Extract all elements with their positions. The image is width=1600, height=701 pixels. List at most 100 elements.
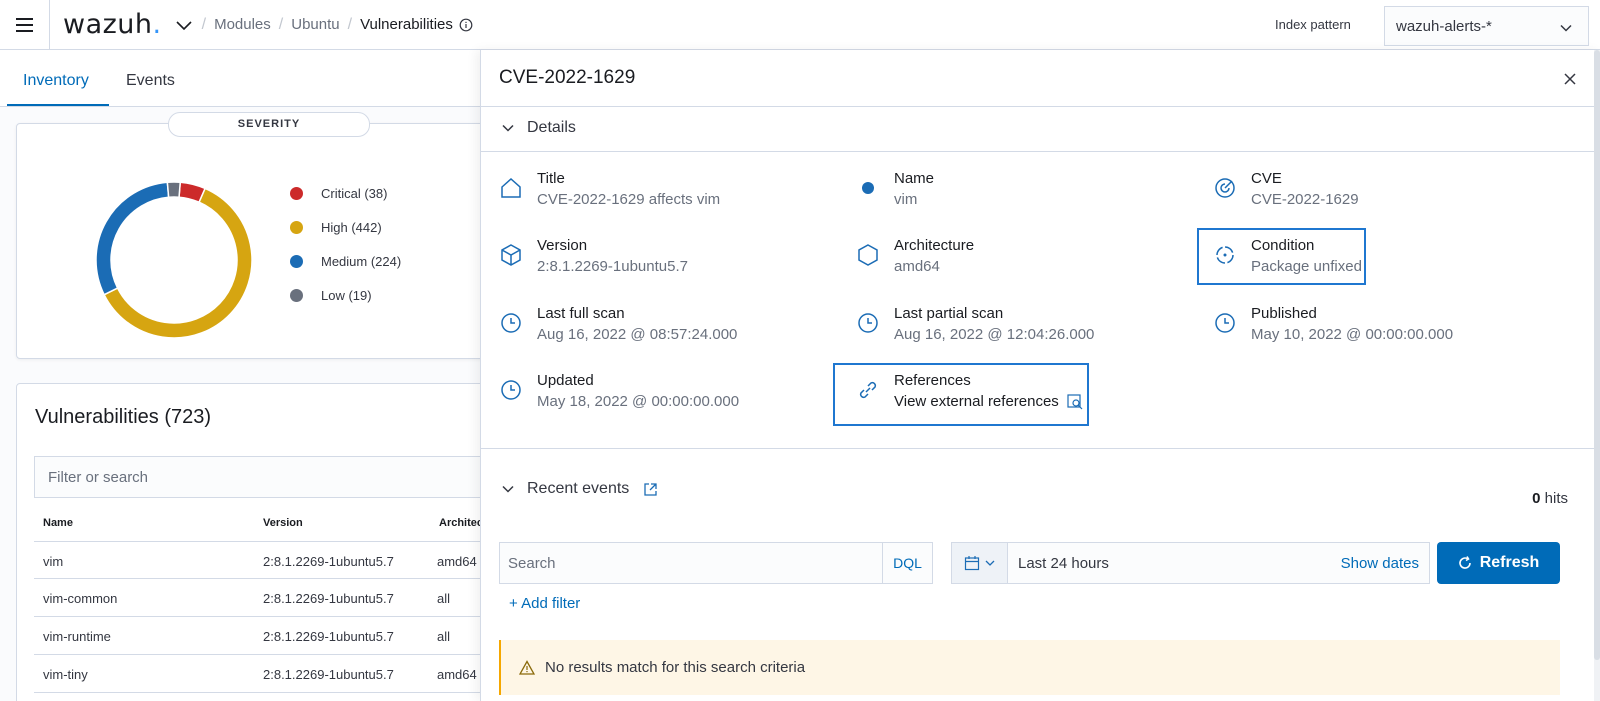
inspect-icon	[1067, 393, 1083, 409]
detail-value: View external references	[894, 393, 1059, 410]
breadcrumb-modules[interactable]: Modules	[214, 16, 271, 33]
top-header: wazuh. / Modules / Ubuntu / Vulnerabilit…	[0, 0, 1600, 50]
legend-low[interactable]: Low (19)	[290, 288, 372, 303]
refresh-icon	[1458, 556, 1471, 569]
legend-medium[interactable]: Medium (224)	[290, 254, 401, 269]
active-tab-indicator	[7, 104, 109, 106]
recent-events-accordion-toggle[interactable]: Recent events	[501, 480, 670, 498]
column-header-version[interactable]: Version	[263, 517, 303, 529]
external-link-icon[interactable]	[643, 482, 658, 497]
details-label: Details	[527, 119, 576, 136]
hits-counter: 0 hits	[1532, 490, 1568, 507]
tab-inventory[interactable]: Inventory	[23, 72, 89, 90]
severity-donut-chart	[95, 181, 253, 339]
detail-value: May 10, 2022 @ 00:00:00.000	[1251, 326, 1454, 343]
chevron-down-icon	[502, 485, 514, 493]
no-results-text: No results match for this search criteri…	[545, 659, 806, 676]
tab-events[interactable]: Events	[126, 72, 175, 90]
detail-value: May 18, 2022 @ 00:00:00.000	[537, 393, 740, 410]
detail-label: Published	[1251, 305, 1317, 322]
donut-slice-medium[interactable]	[95, 181, 170, 296]
cell-version: 2:8.1.2269-1ubuntu5.7	[263, 629, 394, 644]
breadcrumb-ubuntu[interactable]: Ubuntu	[291, 16, 339, 33]
recent-events-label: Recent events	[527, 480, 630, 497]
cell-architecture: all	[437, 591, 451, 606]
date-range-label[interactable]: Last 24 hours	[1008, 555, 1341, 572]
detail-label: Title	[537, 170, 565, 187]
breadcrumb-separator: /	[278, 15, 284, 33]
detail-label: Last partial scan	[894, 305, 1004, 322]
hits-count: 0	[1532, 490, 1541, 507]
detail-label: CVE	[1251, 170, 1282, 187]
detail-value: Aug 16, 2022 @ 08:57:24.000	[537, 326, 738, 343]
detail-name: Name vim	[854, 170, 934, 208]
view-external-references-button[interactable]: View external references	[894, 393, 1083, 410]
refresh-label: Refresh	[1479, 554, 1540, 571]
events-search-bar: Search DQL	[499, 542, 933, 584]
filter-search-input[interactable]: Filter or search	[34, 456, 484, 498]
hamburger-icon	[16, 23, 33, 26]
severity-title: SEVERITY	[168, 112, 370, 137]
detail-last-full-scan: Last full scan Aug 16, 2022 @ 08:57:24.00…	[497, 305, 737, 343]
cell-version: 2:8.1.2269-1ubuntu5.7	[263, 554, 394, 569]
detail-label: Updated	[537, 372, 594, 389]
detail-label: Condition	[1251, 237, 1315, 254]
hexagon-icon	[858, 244, 878, 266]
details-accordion-toggle[interactable]: Details	[501, 119, 576, 137]
detail-value: 2:8.1.2269-1ubuntu5.7	[537, 258, 688, 275]
detail-cve: CVE CVE-2022-1629	[1211, 170, 1359, 208]
add-filter-button[interactable]: + Add filter	[509, 595, 580, 612]
cell-architecture: amd64	[437, 667, 477, 682]
no-results-callout: No results match for this search criteri…	[499, 640, 1560, 695]
close-icon[interactable]	[1562, 71, 1578, 87]
donut-slice-low[interactable]	[166, 181, 182, 199]
dql-toggle-button[interactable]: DQL	[882, 542, 932, 584]
cell-version: 2:8.1.2269-1ubuntu5.7	[263, 591, 394, 606]
show-dates-button[interactable]: Show dates	[1341, 555, 1429, 572]
legend-dot-medium	[290, 255, 303, 268]
events-search-input[interactable]: Search	[500, 555, 882, 572]
flyout-scrollbar[interactable]	[1594, 50, 1600, 701]
cell-name: vim-tiny	[43, 667, 88, 682]
legend-label: Medium (224)	[321, 254, 402, 269]
table-divider	[34, 616, 484, 617]
table-divider	[34, 578, 484, 579]
chevron-down-icon	[1560, 24, 1572, 32]
detail-label: Architecture	[894, 237, 975, 254]
detail-references: References View external references	[854, 372, 1083, 410]
cell-name: vim-common	[43, 591, 118, 606]
clock-icon	[858, 313, 878, 333]
cell-name: vim-runtime	[43, 629, 111, 644]
scrollbar-thumb[interactable]	[1594, 50, 1600, 660]
index-pattern-select[interactable]: wazuh-alerts-*	[1384, 6, 1589, 46]
detail-architecture: Architecture amd64	[854, 237, 974, 275]
detail-value: CVE-2022-1629 affects vim	[537, 191, 721, 208]
chevron-down-icon	[502, 124, 514, 132]
clock-icon	[501, 380, 521, 400]
breadcrumb-vulnerabilities: Vulnerabilities	[360, 16, 453, 33]
clock-icon	[501, 313, 521, 333]
package-icon	[501, 244, 521, 266]
breadcrumb-separator: /	[201, 15, 207, 33]
legend-critical[interactable]: Critical (38)	[290, 186, 387, 201]
chevron-down-icon[interactable]	[174, 15, 194, 35]
column-header-architecture[interactable]: Architec	[439, 517, 483, 529]
index-pattern-label: Index pattern	[1275, 17, 1351, 32]
menu-button[interactable]	[0, 0, 50, 50]
wazuh-logo[interactable]: wazuh.	[63, 9, 162, 40]
cell-architecture: all	[437, 629, 451, 644]
chevron-down-icon	[985, 560, 994, 566]
flyout-divider	[481, 106, 1600, 107]
column-header-name[interactable]: Name	[43, 517, 73, 529]
link-icon	[859, 381, 877, 399]
legend-high[interactable]: High (442)	[290, 220, 382, 235]
detail-value: Package unfixed	[1251, 258, 1362, 275]
detail-last-partial-scan: Last partial scan Aug 16, 2022 @ 12:04:26…	[854, 305, 1094, 343]
calendar-icon	[964, 556, 979, 571]
clock-icon	[1215, 313, 1235, 333]
info-icon[interactable]	[459, 18, 473, 32]
quick-date-menu-button[interactable]	[952, 543, 1008, 583]
refresh-button[interactable]: Refresh	[1437, 542, 1560, 584]
breadcrumb-separator: /	[347, 15, 353, 33]
index-pattern-value: wazuh-alerts-*	[1396, 17, 1492, 35]
